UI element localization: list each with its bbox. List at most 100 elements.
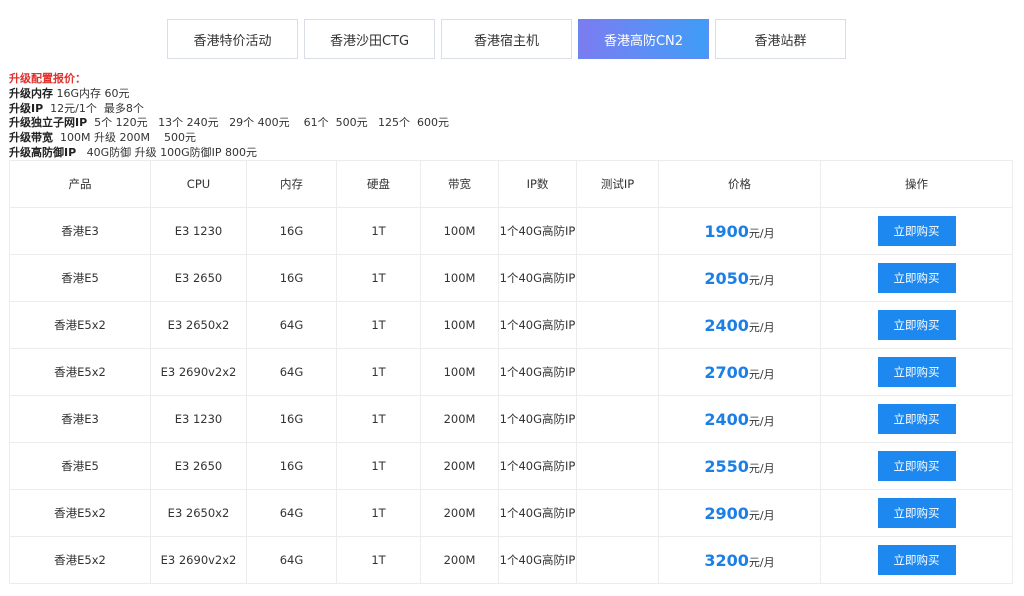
cell-bandwidth: 100M — [420, 301, 499, 349]
tab-hk-ddos-cn2[interactable]: 香港高防CN2 — [578, 19, 709, 59]
cell-price: 1900元/月 — [658, 207, 821, 255]
cell-ip-count: 1个40G高防IP — [498, 489, 577, 537]
price-amount: 1900 — [704, 221, 749, 241]
upgrade-value: 16G内存 60元 — [53, 86, 130, 100]
cell-price: 2050元/月 — [658, 254, 821, 302]
col-header-ram: 内存 — [246, 160, 337, 208]
upgrade-row-ip: 升级IP 12元/1个 最多8个 — [9, 102, 449, 117]
table-header-row: 产品 CPU 内存 硬盘 带宽 IP数 测试IP 价格 操作 — [9, 160, 1013, 208]
price-amount: 2900 — [704, 503, 749, 523]
buy-now-button[interactable]: 立即购买 — [877, 545, 956, 575]
price-amount: 3200 — [704, 550, 749, 570]
buy-now-button[interactable]: 立即购买 — [877, 357, 956, 387]
price-unit: 元/月 — [748, 367, 775, 381]
cell-bandwidth: 200M — [420, 489, 499, 537]
table-row: 香港E5 E3 2650 16G 1T 200M 1个40G高防IP 2550元/月 立即购买 — [9, 442, 1013, 490]
table-row: 香港E3 E3 1230 16G 1T 100M 1个40G高防IP 1900元/月 立即购买 — [9, 207, 1013, 255]
price-amount: 2550 — [704, 456, 749, 476]
cell-ram: 16G — [246, 254, 337, 302]
cell-bandwidth: 100M — [420, 348, 499, 396]
product-table: 产品 CPU 内存 硬盘 带宽 IP数 测试IP 价格 操作 香港E3 E3 12… — [9, 160, 1013, 584]
upgrade-label: 升级IP — [9, 101, 44, 115]
cell-test-ip — [576, 254, 659, 302]
price-unit: 元/月 — [748, 226, 775, 240]
cell-product: 香港E5x2 — [9, 348, 151, 396]
buy-now-button[interactable]: 立即购买 — [877, 263, 956, 293]
cell-ip-count: 1个40G高防IP — [498, 207, 577, 255]
cell-ram: 16G — [246, 207, 337, 255]
cell-cpu: E3 2650 — [150, 254, 247, 302]
upgrade-row-subnet: 升级独立子网IP 5个 120元 13个 240元 29个 400元 61个 5… — [9, 116, 449, 131]
cell-bandwidth: 200M — [420, 395, 499, 443]
cell-product: 香港E5x2 — [9, 489, 151, 537]
cell-product: 香港E3 — [9, 207, 151, 255]
cell-ip-count: 1个40G高防IP — [498, 301, 577, 349]
cell-ram: 16G — [246, 442, 337, 490]
cell-product: 香港E5 — [9, 254, 151, 302]
tab-hk-site-group[interactable]: 香港站群 — [715, 19, 846, 59]
table-row: 香港E5x2 E3 2690v2x2 64G 1T 200M 1个40G高防IP 3200元… — [9, 536, 1013, 584]
upgrade-label: 升级高防御IP — [9, 145, 77, 159]
cell-product: 香港E3 — [9, 395, 151, 443]
cell-bandwidth: 200M — [420, 442, 499, 490]
buy-now-button[interactable]: 立即购买 — [877, 216, 956, 246]
cell-test-ip — [576, 536, 659, 584]
cell-bandwidth: 200M — [420, 536, 499, 584]
upgrade-pricing: 升级配置报价： 升级内存 16G内存 60元 升级IP 12元/1个 最多8个 … — [9, 72, 449, 161]
cell-test-ip — [576, 395, 659, 443]
cell-price: 2400元/月 — [658, 301, 821, 349]
cell-disk: 1T — [336, 489, 421, 537]
cell-action: 立即购买 — [820, 489, 1013, 537]
cell-disk: 1T — [336, 207, 421, 255]
cell-price: 2400元/月 — [658, 395, 821, 443]
cell-test-ip — [576, 348, 659, 396]
cell-ram: 16G — [246, 395, 337, 443]
tab-hk-special[interactable]: 香港特价活动 — [167, 19, 298, 59]
price-unit: 元/月 — [748, 414, 775, 428]
buy-now-button[interactable]: 立即购买 — [877, 451, 956, 481]
upgrade-label: 升级带宽 — [9, 131, 53, 145]
table-row: 香港E5x2 E3 2650x2 64G 1T 100M 1个40G高防IP 2400元/月… — [9, 301, 1013, 349]
cell-test-ip — [576, 442, 659, 490]
cell-cpu: E3 1230 — [150, 395, 247, 443]
upgrade-value: 40G防御 升级 100G防御IP 800元 — [76, 145, 258, 159]
table-row: 香港E3 E3 1230 16G 1T 200M 1个40G高防IP 2400元/月 立即购买 — [9, 395, 1013, 443]
upgrade-value: 12元/1个 最多8个 — [43, 101, 144, 115]
cell-ram: 64G — [246, 301, 337, 349]
cell-action: 立即购买 — [820, 254, 1013, 302]
cell-disk: 1T — [336, 536, 421, 584]
table-row: 香港E5 E3 2650 16G 1T 100M 1个40G高防IP 2050元/月 立即购买 — [9, 254, 1013, 302]
cell-test-ip — [576, 489, 659, 537]
cell-price: 2900元/月 — [658, 489, 821, 537]
cell-cpu: E3 2650x2 — [150, 489, 247, 537]
table-row: 香港E5x2 E3 2650x2 64G 1T 200M 1个40G高防IP 2900元/月… — [9, 489, 1013, 537]
cell-ram: 64G — [246, 489, 337, 537]
col-header-action: 操作 — [820, 160, 1013, 208]
cell-test-ip — [576, 207, 659, 255]
upgrade-row-bandwidth: 升级带宽 100M 升级 200M 500元 — [9, 131, 449, 146]
tab-hk-host[interactable]: 香港宿主机 — [441, 19, 572, 59]
tab-hk-shatin-ctg[interactable]: 香港沙田CTG — [304, 19, 435, 59]
col-header-price: 价格 — [658, 160, 821, 208]
col-header-test-ip: 测试IP — [576, 160, 659, 208]
cell-cpu: E3 2650x2 — [150, 301, 247, 349]
price-amount: 2400 — [704, 409, 749, 429]
buy-now-button[interactable]: 立即购买 — [877, 404, 956, 434]
cell-ip-count: 1个40G高防IP — [498, 254, 577, 302]
price-amount: 2050 — [704, 268, 749, 288]
buy-now-button[interactable]: 立即购买 — [877, 310, 956, 340]
upgrade-value: 5个 120元 13个 240元 29个 400元 61个 500元 125个 … — [87, 116, 450, 130]
cell-action: 立即购买 — [820, 536, 1013, 584]
cell-ram: 64G — [246, 536, 337, 584]
cell-action: 立即购买 — [820, 301, 1013, 349]
price-amount: 2400 — [704, 315, 749, 335]
cell-disk: 1T — [336, 348, 421, 396]
cell-bandwidth: 100M — [420, 207, 499, 255]
cell-disk: 1T — [336, 395, 421, 443]
cell-product: 香港E5 — [9, 442, 151, 490]
cell-cpu: E3 2650 — [150, 442, 247, 490]
upgrade-heading: 升级配置报价： — [9, 72, 86, 85]
buy-now-button[interactable]: 立即购买 — [877, 498, 956, 528]
cell-cpu: E3 2690v2x2 — [150, 348, 247, 396]
upgrade-row-ram: 升级内存 16G内存 60元 — [9, 87, 449, 102]
